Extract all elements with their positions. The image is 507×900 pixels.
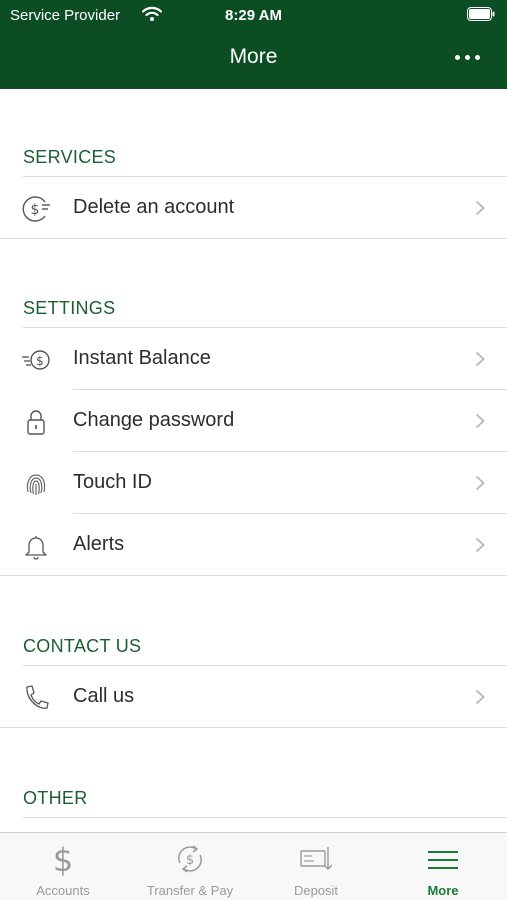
fingerprint-icon <box>26 474 46 495</box>
tab-label: Transfer & Pay <box>146 883 234 898</box>
menu-item-label: Instant Balance <box>73 347 211 369</box>
tab-transfer-pay[interactable]: $ Transfer & Pay <box>127 833 253 900</box>
menu-item-label: Alerts <box>73 533 125 555</box>
menu-item-label: Change password <box>73 409 235 431</box>
menu-item-label: Touch ID <box>73 471 152 493</box>
chevron-right-icon <box>475 413 485 429</box>
tab-accounts[interactable]: $ Accounts <box>0 833 126 900</box>
menu-item-call-us[interactable]: Call us <box>0 666 507 728</box>
lock-icon <box>27 410 45 435</box>
tab-label: More <box>427 883 459 898</box>
check-deposit-icon <box>300 847 332 870</box>
section-header-other: OTHER <box>23 788 88 808</box>
section-header-services: SERVICES <box>23 147 117 167</box>
tab-bar: $ Accounts $ Transfer & Pay Deposit More <box>0 832 507 900</box>
menu-item-change-password[interactable]: Change password <box>0 390 507 452</box>
svg-text:$: $ <box>186 853 194 868</box>
menu-item-label: Call us <box>73 685 135 707</box>
section-header-contact-us: CONTACT US <box>23 636 142 656</box>
svg-text:$: $ <box>53 841 73 877</box>
menu-item-label: Delete an account <box>73 196 235 218</box>
menu-item-delete-account[interactable]: $ Delete an account <box>0 177 507 239</box>
svg-text:$: $ <box>31 202 40 218</box>
dollar-icon: $ <box>53 841 73 877</box>
svg-text:$: $ <box>36 354 44 368</box>
transfer-icon: $ <box>178 845 202 873</box>
page-title: More <box>229 45 278 68</box>
clock: 8:29 AM <box>225 7 282 24</box>
status-bar: Service Provider 8:29 AM <box>0 0 507 30</box>
battery-icon <box>467 7 495 21</box>
tab-label: Deposit <box>293 883 339 898</box>
tab-deposit[interactable]: Deposit <box>253 833 379 900</box>
chevron-right-icon <box>475 475 485 491</box>
ellipsis-icon <box>455 55 460 60</box>
more-menu[interactable]: SERVICES $ Delete an account SETTINGS $ … <box>0 89 507 832</box>
phone-icon <box>26 685 49 709</box>
menu-item-instant-balance[interactable]: $ Instant Balance <box>0 328 507 390</box>
menu-item-alerts[interactable]: Alerts <box>0 514 507 576</box>
tab-label: Accounts <box>36 883 90 898</box>
chevron-right-icon <box>475 537 485 553</box>
menu-icon <box>428 851 458 869</box>
section-header-settings: SETTINGS <box>23 298 116 318</box>
chevron-right-icon <box>475 689 485 705</box>
dollar-circle-icon: $ <box>22 196 50 222</box>
fast-dollar-icon: $ <box>22 350 50 370</box>
more-options-button[interactable] <box>453 47 483 67</box>
bell-icon <box>25 536 47 560</box>
chevron-right-icon <box>475 200 485 216</box>
app-header: Service Provider 8:29 AM More <box>0 0 507 89</box>
chevron-right-icon <box>475 351 485 367</box>
menu-item-touch-id[interactable]: Touch ID <box>0 452 507 514</box>
tab-more[interactable]: More <box>380 833 506 900</box>
